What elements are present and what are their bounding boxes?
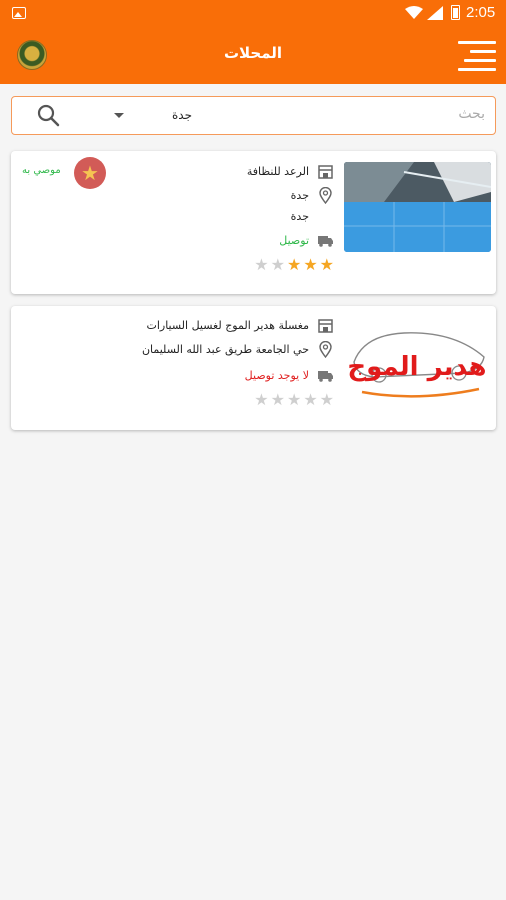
star-empty-icon: ★	[254, 255, 269, 274]
shop-address-row: حي الجامعة طريق عبد الله السليمان	[142, 341, 334, 358]
chevron-down-icon[interactable]	[114, 113, 124, 118]
delivery-status: لا يوجد توصيل	[244, 369, 309, 382]
shop-address-secondary: جدة	[290, 210, 309, 223]
delivery-row: لا يوجد توصيل	[245, 367, 334, 384]
shop-address-row-2: جدة	[291, 208, 334, 225]
menu-icon[interactable]	[458, 39, 496, 71]
shop-card[interactable]: الرعد للنظافة جدة جدة توصيل ★ ★ ★ ★ ★ ★ …	[11, 151, 496, 294]
shop-name-row: الرعد للنظافة	[247, 163, 334, 180]
shop-card[interactable]: هدير الموج مغسلة هدير الموج لغسيل السيار…	[11, 306, 496, 430]
shop-address-row: جدة	[291, 187, 334, 204]
star-empty-icon: ★	[270, 255, 285, 274]
logo-text: هدير الموج	[347, 352, 486, 382]
image-notification-icon	[12, 7, 26, 19]
search-icon[interactable]	[36, 103, 62, 129]
store-icon	[318, 165, 333, 179]
truck-icon	[318, 371, 333, 382]
featured-star-icon: ★	[74, 157, 106, 189]
star-empty-icon: ★	[319, 390, 334, 409]
shop-name: الرعد للنظافة	[246, 165, 309, 178]
rating-stars: ★ ★ ★ ★ ★	[254, 392, 334, 408]
shop-address: جدة	[290, 189, 309, 202]
star-empty-icon: ★	[254, 390, 269, 409]
truck-icon	[318, 236, 333, 247]
shop-address: حي الجامعة طريق عبد الله السليمان	[141, 343, 309, 356]
star-icon: ★	[319, 255, 334, 274]
signal-icon	[427, 6, 443, 20]
search-bar: جدة بحث	[11, 96, 496, 135]
location-pin-icon	[319, 341, 332, 358]
delivery-status: توصيل	[279, 234, 309, 247]
featured-label: موصي به	[22, 165, 61, 176]
app-bar: المحلات	[0, 26, 506, 84]
star-empty-icon: ★	[303, 390, 318, 409]
star-icon: ★	[303, 255, 318, 274]
store-icon	[318, 319, 333, 333]
shop-logo: هدير الموج	[344, 317, 491, 407]
star-icon: ★	[286, 255, 302, 274]
city-select[interactable]: جدة	[172, 108, 192, 122]
battery-icon	[451, 5, 460, 20]
page-title: المحلات	[223, 44, 283, 62]
delivery-row: توصيل	[279, 232, 334, 249]
shop-name: مغسلة هدير الموج لغسيل السيارات	[146, 319, 309, 332]
location-pin-icon	[319, 187, 332, 204]
star-empty-icon: ★	[270, 390, 285, 409]
wifi-icon	[405, 6, 423, 19]
shop-name-row: مغسلة هدير الموج لغسيل السيارات	[146, 317, 334, 334]
star-empty-icon: ★	[286, 390, 302, 409]
rating-stars: ★ ★ ★ ★ ★	[254, 257, 334, 273]
status-bar: 2:05	[0, 0, 506, 26]
status-time: 2:05	[466, 4, 496, 21]
shop-image	[344, 162, 491, 252]
search-input[interactable]: بحث	[458, 106, 485, 122]
